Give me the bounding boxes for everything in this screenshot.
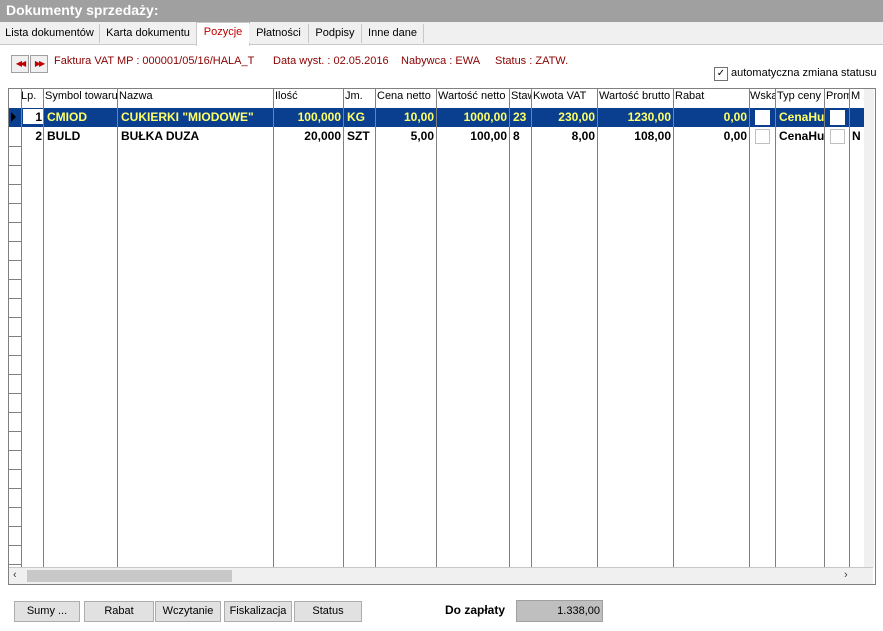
row-separator bbox=[9, 222, 21, 223]
vertical-scrollbar[interactable] bbox=[864, 89, 874, 567]
row-separator bbox=[9, 469, 21, 470]
document-title: Faktura VAT MP : 000001/05/16/HALA_T bbox=[54, 55, 255, 67]
window-title: Dokumenty sprzedaży: bbox=[6, 2, 159, 18]
cell-ilosc[interactable]: 100,000 bbox=[275, 108, 341, 127]
document-buyer: Nabywca : EWA bbox=[401, 55, 481, 67]
tab-inne-dane[interactable]: Inne dane bbox=[362, 24, 424, 43]
document-status: Status : ZATW. bbox=[495, 55, 569, 67]
col-header-ilosc[interactable]: Ilość bbox=[275, 89, 343, 104]
row-separator bbox=[9, 355, 21, 356]
double-right-arrow-icon[interactable]: ▶▶ bbox=[30, 55, 48, 73]
cell-jm[interactable]: SZT bbox=[347, 127, 375, 146]
tab-lista-dokumentow[interactable]: Lista dokumentów bbox=[0, 24, 100, 43]
row-separator bbox=[9, 203, 21, 204]
col-header-lp[interactable]: Lp. bbox=[21, 89, 43, 104]
row-separator bbox=[9, 526, 21, 527]
cell-wartosc-netto[interactable]: 1000,00 bbox=[438, 108, 507, 127]
cell-m[interactable]: N bbox=[852, 127, 861, 146]
row-separator bbox=[9, 545, 21, 546]
cell-wartosc-netto[interactable]: 100,00 bbox=[438, 127, 507, 146]
col-header-wartosc-netto[interactable]: Wartość netto bbox=[438, 89, 509, 104]
tab-platnosci[interactable]: Płatności bbox=[249, 24, 309, 43]
col-header-typ-ceny[interactable]: Typ ceny bbox=[777, 89, 824, 104]
row-separator bbox=[9, 184, 21, 185]
auto-status-label: automatyczna zmiana statusu bbox=[731, 67, 877, 79]
tab-karta-dokumentu[interactable]: Karta dokumentu bbox=[100, 24, 197, 43]
cell-symbol[interactable]: BULD bbox=[47, 127, 117, 146]
row-separator bbox=[9, 279, 21, 280]
row-separator bbox=[9, 374, 21, 375]
fiskalizacja-button[interactable]: Fiskalizacja bbox=[224, 601, 292, 622]
row-pointer-icon bbox=[11, 112, 16, 122]
col-header-nazwa[interactable]: Nazwa bbox=[119, 89, 273, 104]
scroll-left-icon[interactable]: ‹ bbox=[13, 569, 17, 581]
double-left-arrow-icon[interactable]: ◀◀ bbox=[11, 55, 29, 73]
row-separator bbox=[9, 507, 21, 508]
row-separator bbox=[9, 165, 21, 166]
row-separator bbox=[9, 146, 21, 147]
cell-cena-netto[interactable]: 10,00 bbox=[377, 108, 434, 127]
tab-bar: Lista dokumentów Karta dokumentu Pozycje… bbox=[0, 22, 883, 46]
col-header-promocja[interactable]: Promocja bbox=[826, 89, 849, 104]
row-separator bbox=[9, 393, 21, 394]
cell-kwota-vat[interactable]: 230,00 bbox=[533, 108, 595, 127]
row-separator bbox=[9, 450, 21, 451]
do-zaplaty-label: Do zapłaty bbox=[445, 603, 506, 617]
promocja-checkbox[interactable] bbox=[830, 129, 845, 144]
title-bar: Dokumenty sprzedaży: bbox=[0, 0, 883, 22]
cell-nazwa[interactable]: CUKIERKI "MIODOWE" bbox=[121, 108, 273, 127]
wskaznik-checkbox[interactable] bbox=[755, 129, 770, 144]
cell-jm[interactable]: KG bbox=[347, 108, 375, 127]
cell-nazwa[interactable]: BUŁKA DUZA bbox=[121, 127, 273, 146]
cell-cena-netto[interactable]: 5,00 bbox=[377, 127, 434, 146]
cell-lp[interactable]: 1 bbox=[23, 108, 42, 127]
auto-status-checkbox[interactable]: ✓ bbox=[714, 67, 728, 81]
row-separator bbox=[9, 488, 21, 489]
cell-symbol[interactable]: CMIOD bbox=[47, 108, 117, 127]
cell-rabat[interactable]: 0,00 bbox=[675, 108, 747, 127]
row-separator bbox=[9, 260, 21, 261]
status-button[interactable]: Status bbox=[294, 601, 362, 622]
row-separator bbox=[9, 336, 21, 337]
horizontal-scroll-thumb[interactable] bbox=[27, 570, 232, 582]
row-separator bbox=[9, 412, 21, 413]
sumy-button[interactable]: Sumy ... bbox=[14, 601, 80, 622]
row-separator bbox=[9, 298, 21, 299]
col-header-wartosc-brutto[interactable]: Wartość brutto bbox=[599, 89, 673, 104]
positions-grid[interactable]: Lp. Symbol towaru Nazwa Ilość Jm. Cena n… bbox=[8, 88, 876, 585]
cell-typ-ceny[interactable]: CenaHurt bbox=[779, 127, 824, 146]
cell-rabat[interactable]: 0,00 bbox=[675, 127, 747, 146]
col-header-stawka[interactable]: Stawka bbox=[511, 89, 531, 104]
cell-m[interactable] bbox=[852, 108, 861, 127]
col-header-m[interactable]: M bbox=[851, 89, 861, 104]
cell-kwota-vat[interactable]: 8,00 bbox=[533, 127, 595, 146]
col-header-cena-netto[interactable]: Cena netto bbox=[377, 89, 436, 104]
row-separator bbox=[9, 564, 21, 565]
col-header-wskaznik[interactable]: Wskaźnik bbox=[750, 89, 775, 104]
cell-stawka[interactable]: 8 bbox=[513, 127, 531, 146]
wskaznik-checkbox[interactable] bbox=[755, 110, 770, 125]
cell-stawka[interactable]: 23 bbox=[513, 108, 531, 127]
tab-podpisy[interactable]: Podpisy bbox=[309, 24, 362, 43]
cell-ilosc[interactable]: 20,000 bbox=[275, 127, 341, 146]
col-header-symbol[interactable]: Symbol towaru bbox=[45, 89, 117, 104]
cell-lp[interactable]: 2 bbox=[23, 127, 42, 146]
cell-wartosc-brutto[interactable]: 108,00 bbox=[599, 127, 671, 146]
col-header-kwota-vat[interactable]: Kwota VAT bbox=[533, 89, 597, 104]
col-header-rabat[interactable]: Rabat bbox=[675, 89, 749, 104]
horizontal-scrollbar[interactable]: ‹ › bbox=[9, 567, 873, 584]
promocja-checkbox[interactable] bbox=[830, 110, 845, 125]
tab-pozycje[interactable]: Pozycje bbox=[196, 22, 250, 46]
wczytanie-button[interactable]: Wczytanie bbox=[155, 601, 221, 622]
cell-wartosc-brutto[interactable]: 1230,00 bbox=[599, 108, 671, 127]
col-header-jm[interactable]: Jm. bbox=[345, 89, 375, 104]
document-date: Data wyst. : 02.05.2016 bbox=[273, 55, 389, 67]
scroll-right-icon[interactable]: › bbox=[844, 569, 848, 581]
cell-typ-ceny[interactable]: CenaHurt bbox=[779, 108, 824, 127]
rabat-button[interactable]: Rabat bbox=[84, 601, 154, 622]
row-separator bbox=[9, 431, 21, 432]
row-separator bbox=[9, 317, 21, 318]
total-amount-field: 1.338,00 bbox=[516, 600, 603, 622]
row-separator bbox=[9, 241, 21, 242]
